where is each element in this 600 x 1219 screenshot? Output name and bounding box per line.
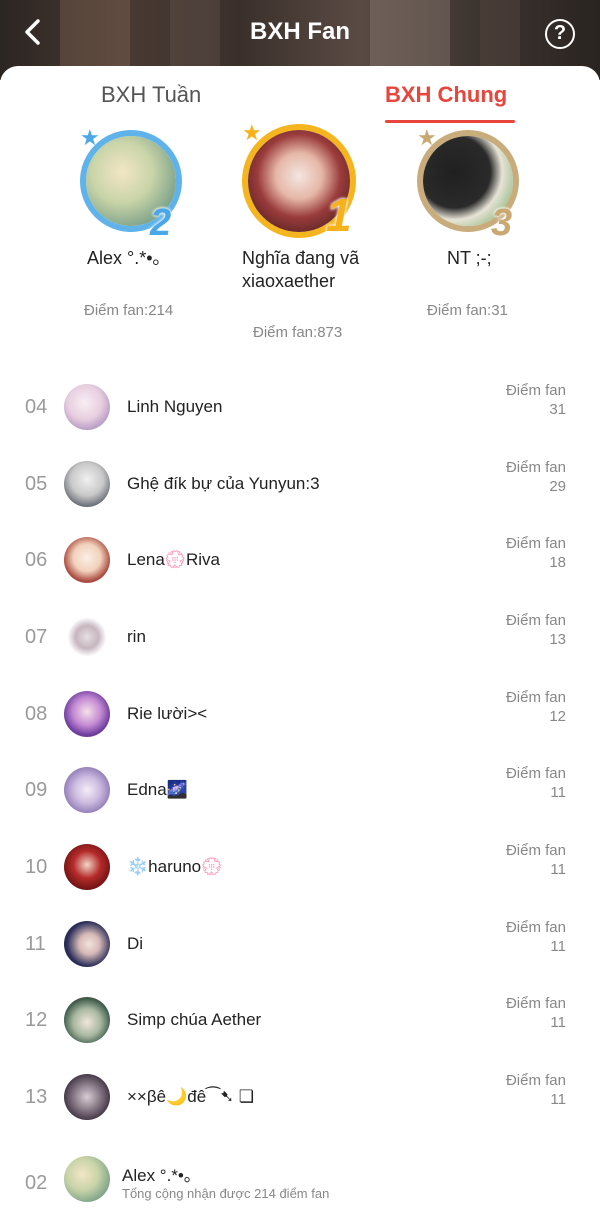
avatar [64, 1074, 110, 1120]
podium-score: Điểm fan:214 [84, 302, 174, 319]
user-name: Edna🌌 [127, 780, 188, 799]
avatar [64, 461, 110, 507]
user-name: Rie lười>< [127, 704, 208, 723]
user-name: ❄️haruno💮 [127, 857, 223, 876]
list-item[interactable]: 05 Ghệ đík bự của Yunyun:3 Điểm fan 29 [0, 445, 600, 521]
podium-rank-badge: 1 [326, 189, 352, 241]
list-item[interactable]: 10 ❄️haruno💮 Điểm fan 11 [0, 828, 600, 904]
score-value: 18 [549, 554, 566, 571]
score-label: Điểm fan [505, 765, 566, 782]
star-icon: ★ [242, 120, 262, 145]
rank-number: 04 [25, 396, 48, 418]
my-rank-row[interactable]: 02 Alex °.*•｡ Tổng cộng nhận được 214 đi… [0, 1140, 600, 1219]
avatar [64, 384, 110, 430]
user-name: Ghệ đík bự của Yunyun:3 [127, 474, 320, 493]
avatar [64, 997, 110, 1043]
score-label: Điểm fan [505, 612, 566, 629]
podium-rank-badge: 2 [150, 202, 172, 244]
list-item[interactable]: 12 Simp chúa Aether Điểm fan 11 [0, 981, 600, 1057]
list-item[interactable]: 13 ××βê🌙đê⁀➷ ❏ Điểm fan 11 [0, 1058, 600, 1134]
avatar [64, 691, 110, 737]
rank-number: 13 [25, 1086, 48, 1108]
tab-weekly-ranking[interactable]: BXH Tuần [101, 82, 201, 108]
tab-overall-ranking[interactable]: BXH Chung [385, 82, 507, 108]
score-value: 29 [549, 478, 566, 495]
user-name: Linh Nguyen [127, 397, 223, 416]
active-tab-indicator [385, 120, 515, 123]
podium-score: Điểm fan:31 [427, 302, 508, 319]
user-name: Alex °.*•｡ [122, 1166, 193, 1185]
podium-name: Nghĩa đang vã xiaoxaether [242, 248, 360, 291]
total-score-text: Tổng cộng nhận được 214 điểm fan [122, 1186, 330, 1201]
score-value: 11 [550, 1091, 566, 1108]
rank-number: 08 [25, 703, 48, 725]
list-item[interactable]: 11 Di Điểm fan 11 [0, 905, 600, 981]
user-name: rin [127, 627, 146, 646]
score-value: 11 [550, 1014, 566, 1031]
podium-name: NT ;-; [447, 248, 492, 268]
podium-score: Điểm fan:873 [253, 324, 343, 341]
rank-number: 09 [25, 779, 48, 801]
avatar [64, 537, 110, 583]
avatar [64, 1156, 110, 1202]
user-name: Di [127, 934, 144, 953]
score-value: 12 [549, 708, 566, 725]
leaderboard-sheet: BXH Tuần BXH Chung ★ ★ ★ 2 1 3 Alex °.*•… [0, 66, 600, 1219]
star-icon: ★ [80, 125, 100, 150]
score-value: 11 [550, 784, 566, 801]
rank-number: 05 [25, 473, 48, 495]
rank-number: 10 [25, 856, 48, 878]
user-name: ××βê🌙đê⁀➷ ❏ [127, 1087, 255, 1106]
score-value: 11 [550, 861, 566, 878]
score-label: Điểm fan [505, 995, 566, 1012]
avatar [64, 921, 110, 967]
rank-number: 07 [25, 626, 48, 648]
score-label: Điểm fan [505, 382, 566, 399]
rank-number: 12 [25, 1009, 48, 1031]
list-item[interactable]: 06 Lena💮Riva Điểm fan 18 [0, 521, 600, 597]
star-icon: ★ [417, 125, 437, 150]
score-label: Điểm fan [505, 535, 566, 552]
rank-number: 02 [25, 1172, 48, 1194]
avatar [64, 614, 110, 660]
avatar [64, 767, 110, 813]
avatar [64, 844, 110, 890]
score-label: Điểm fan [505, 1072, 566, 1089]
score-label: Điểm fan [505, 689, 566, 706]
podium-rank-badge: 3 [491, 202, 513, 244]
score-label: Điểm fan [505, 459, 566, 476]
user-name: Simp chúa Aether [127, 1010, 262, 1029]
score-label: Điểm fan [505, 842, 566, 859]
score-value: 11 [550, 938, 566, 955]
user-name: Lena💮Riva [127, 550, 220, 569]
list-item[interactable]: 08 Rie lười>< Điểm fan 12 [0, 675, 600, 751]
help-button[interactable]: ? [545, 19, 575, 49]
page-title: BXH Fan [249, 18, 350, 45]
list-item[interactable]: 04 Linh Nguyen Điểm fan 31 [0, 368, 600, 444]
list-item[interactable]: 07 rin Điểm fan 13 [0, 598, 600, 674]
score-label: Điểm fan [505, 919, 566, 936]
rank-number: 11 [25, 933, 46, 955]
list-item[interactable]: 09 Edna🌌 Điểm fan 11 [0, 751, 600, 827]
rank-number: 06 [25, 549, 48, 571]
score-value: 31 [549, 401, 566, 418]
question-circle-icon: ? [553, 22, 567, 44]
score-value: 13 [549, 631, 566, 648]
podium-name: Alex °.*•｡ [87, 248, 162, 268]
